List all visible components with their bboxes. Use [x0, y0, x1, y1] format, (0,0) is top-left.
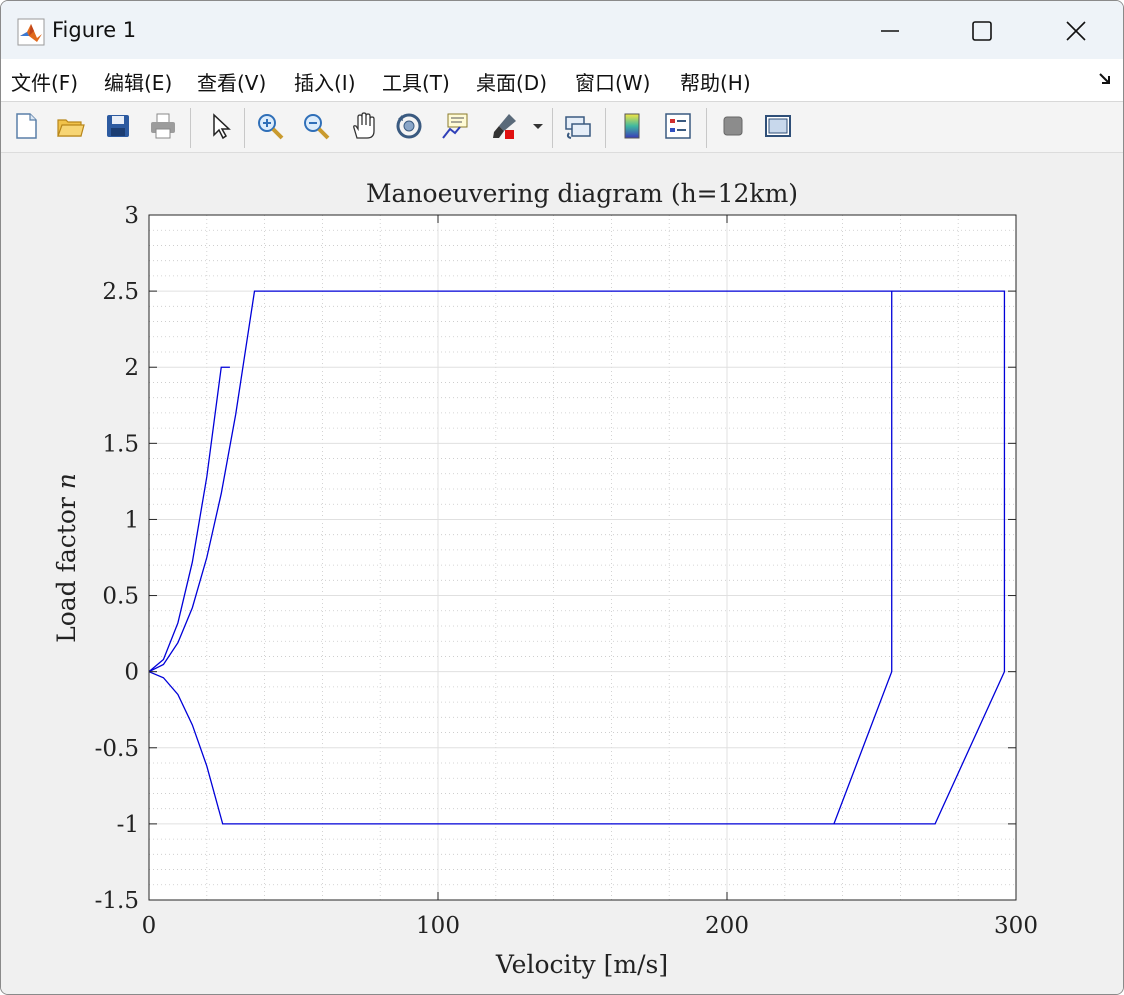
x-tick-label: 300	[994, 913, 1038, 939]
menu-desktop[interactable]: 桌面(D)	[476, 67, 547, 96]
menu-window[interactable]: 窗口(W)	[575, 67, 650, 96]
y-tick-label: 2.5	[102, 279, 139, 305]
x-tick-labels: 0 100 200 300	[142, 913, 1038, 939]
brush-icon	[493, 114, 516, 139]
y-tick-label: -0.5	[95, 736, 139, 762]
brush-dropdown-icon	[533, 124, 543, 129]
insert-legend-button[interactable]	[661, 109, 695, 143]
axes-background	[149, 215, 1016, 900]
print-icon	[151, 113, 175, 139]
open-folder-icon	[57, 119, 85, 137]
menu-insert[interactable]: 插入(I)	[294, 67, 356, 96]
pointer-icon	[213, 113, 231, 140]
y-axis-label: Load factor n	[52, 473, 81, 643]
close-icon	[1066, 21, 1086, 41]
pan-button[interactable]	[346, 109, 380, 143]
y-tick-label: -1.5	[95, 888, 139, 914]
zoom-out-icon	[304, 114, 330, 140]
legend-icon	[665, 113, 691, 139]
chart-title: Manoeuvering diagram (h=12km)	[366, 179, 798, 208]
y-tick-label: 1.5	[102, 431, 139, 457]
select-button[interactable]	[203, 109, 237, 143]
hide-plot-tools-button[interactable]	[716, 109, 750, 143]
maximize-button[interactable]	[959, 11, 1005, 51]
save-icon	[107, 115, 129, 137]
new-file-icon	[16, 113, 37, 139]
window-title: Figure 1	[52, 18, 137, 42]
close-button[interactable]	[1053, 11, 1099, 51]
y-tick-label: 3	[124, 203, 139, 229]
data-cursor-button[interactable]	[438, 109, 472, 143]
x-tick-label: 200	[705, 913, 749, 939]
brush-button[interactable]	[487, 109, 521, 143]
y-tick-label: 1	[124, 507, 139, 533]
title-bar: Figure 1	[1, 1, 1123, 59]
y-tick-label: 0	[124, 660, 139, 686]
menu-view[interactable]: 查看(V)	[197, 67, 266, 96]
tool-bar	[1, 102, 1123, 153]
zoom-out-button[interactable]	[299, 109, 333, 143]
x-tick-label: 100	[416, 913, 460, 939]
y-tick-label: 2	[124, 355, 139, 381]
colorbar-icon	[624, 113, 640, 139]
zoom-in-button[interactable]	[253, 109, 287, 143]
menu-file[interactable]: 文件(F)	[11, 67, 78, 96]
minimize-icon	[881, 30, 899, 32]
pan-hand-icon	[353, 112, 375, 139]
menu-tools[interactable]: 工具(T)	[382, 67, 450, 96]
y-tick-label: 0.5	[102, 584, 139, 610]
show-plot-tools-icon	[765, 115, 791, 137]
minimize-button[interactable]	[867, 11, 913, 51]
dock-arrow-icon[interactable]	[1097, 71, 1113, 87]
x-axis-label: Velocity [m/s]	[495, 950, 668, 979]
figure-window: Figure 1 文件(F) 编辑(E) 查看(V) 插入(I) 工具(T) 桌…	[0, 0, 1124, 995]
figure-canvas: 0 100 200 300 -1.5 -1 -0.5 0 0.5 1 1.5 2 2.5 3 Manoe…	[1, 153, 1123, 994]
menu-bar: 文件(F) 编辑(E) 查看(V) 插入(I) 工具(T) 桌面(D) 窗口(W…	[1, 59, 1123, 102]
rotate-3d-icon	[396, 113, 422, 139]
x-tick-label: 0	[142, 913, 157, 939]
open-file-button[interactable]	[53, 109, 87, 143]
zoom-in-icon	[258, 114, 284, 140]
matlab-logo-icon	[17, 18, 45, 46]
insert-colorbar-button[interactable]	[615, 109, 649, 143]
save-button[interactable]	[101, 109, 135, 143]
brush-dropdown-button[interactable]	[529, 109, 547, 143]
new-figure-button[interactable]	[9, 109, 43, 143]
rotate-button[interactable]	[392, 109, 426, 143]
show-plot-tools-button[interactable]	[761, 109, 795, 143]
y-tick-labels: -1.5 -1 -0.5 0 0.5 1 1.5 2 2.5 3	[95, 203, 139, 914]
link-plot-button[interactable]	[561, 109, 595, 143]
line-chart[interactable]: 0 100 200 300 -1.5 -1 -0.5 0 0.5 1 1.5 2 2.5 3 Manoe…	[1, 153, 1123, 994]
menu-help[interactable]: 帮助(H)	[680, 67, 751, 96]
print-button[interactable]	[146, 109, 180, 143]
y-tick-label: -1	[117, 812, 139, 838]
link-plot-icon	[565, 116, 591, 139]
maximize-icon	[972, 21, 992, 41]
menu-edit[interactable]: 编辑(E)	[104, 67, 172, 96]
hide-plot-tools-icon	[723, 116, 743, 136]
data-cursor-icon	[442, 113, 468, 139]
